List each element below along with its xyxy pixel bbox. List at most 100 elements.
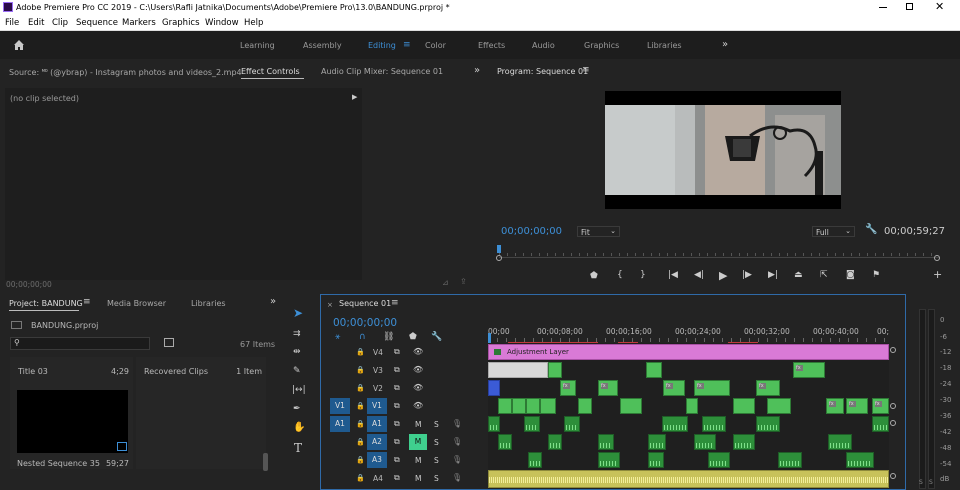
slip-tool-icon[interactable]: |↔| <box>292 385 306 395</box>
clip-v3[interactable] <box>488 362 548 378</box>
solo-button[interactable]: S <box>434 438 439 447</box>
menu-file[interactable]: File <box>5 18 19 28</box>
type-tool-icon[interactable]: T <box>294 441 302 455</box>
button-editor-icon[interactable]: ⚑ <box>872 270 880 280</box>
source-patch-v1[interactable]: V1 <box>330 398 350 414</box>
workspace-editing[interactable]: Editing <box>368 41 396 50</box>
timeline-timecode[interactable]: 00;00;00;00 <box>333 317 397 329</box>
toggle-sync-icon[interactable]: ⧉ <box>394 455 400 465</box>
clip-v1[interactable] <box>526 398 540 414</box>
clip-v1[interactable] <box>767 398 791 414</box>
menu-help[interactable]: Help <box>244 18 263 28</box>
clip-a3[interactable] <box>846 452 874 468</box>
clip-a1[interactable] <box>524 416 540 432</box>
nest-icon[interactable]: ⚹ <box>335 332 340 342</box>
track-height-handle[interactable] <box>890 347 896 353</box>
search-input[interactable]: ⚲ <box>10 337 150 350</box>
mic-icon[interactable]: 🎙 <box>452 419 462 428</box>
eye-icon[interactable]: 👁 <box>413 383 423 392</box>
clip-a2[interactable] <box>694 434 716 450</box>
clip-v3[interactable] <box>548 362 562 378</box>
meter-solo-left[interactable]: S <box>919 479 923 486</box>
panel-overflow-icon[interactable]: » <box>474 65 480 76</box>
lock-icon[interactable]: 🔒 <box>356 384 365 392</box>
toggle-sync-icon[interactable]: ⧉ <box>394 383 400 393</box>
add-marker-icon[interactable]: ⬟ <box>409 332 417 342</box>
clip-v1[interactable]: fx <box>872 398 889 414</box>
workspace-effects[interactable]: Effects <box>478 41 505 50</box>
mute-button[interactable]: M <box>415 420 421 429</box>
toggle-sync-icon[interactable]: ⧉ <box>394 437 400 447</box>
clip-a1[interactable] <box>662 416 688 432</box>
lock-icon[interactable]: 🔒 <box>356 438 365 446</box>
clip-a3[interactable] <box>528 452 542 468</box>
toggle-sync-icon[interactable]: ⧉ <box>394 419 400 429</box>
track-header-v4[interactable]: 🔒 V4 ⧉ 👁 <box>321 343 487 361</box>
program-title[interactable]: Program: Sequence 01 <box>497 67 588 76</box>
clip-a3[interactable] <box>598 452 620 468</box>
lock-icon[interactable]: 🔒 <box>356 348 365 356</box>
hand-tool-icon[interactable]: ✋ <box>293 422 305 433</box>
workspace-learning[interactable]: Learning <box>240 41 275 50</box>
track-header-a2[interactable]: 🔒 A2 ⧉ M S 🎙 <box>321 433 487 451</box>
snap-icon[interactable]: ∩ <box>359 332 366 342</box>
mic-icon[interactable]: 🎙 <box>452 455 462 464</box>
clip-v1[interactable] <box>512 398 526 414</box>
workspace-audio[interactable]: Audio <box>532 41 555 50</box>
go-to-in-icon[interactable]: |◀ <box>668 270 678 280</box>
selection-tool-icon[interactable]: ➤ <box>293 306 303 320</box>
lock-icon[interactable]: 🔒 <box>356 366 365 374</box>
mark-in-icon[interactable]: { <box>617 270 623 280</box>
clip-a2[interactable] <box>828 434 852 450</box>
go-to-out-icon[interactable]: ▶| <box>768 270 778 280</box>
toggle-sync-icon[interactable]: ⧉ <box>394 365 400 375</box>
clip-v2[interactable]: fx <box>598 380 618 396</box>
filter-icon[interactable]: ⊿ <box>442 278 449 287</box>
toggle-sync-icon[interactable]: ⧉ <box>394 473 400 483</box>
mute-button[interactable]: M <box>415 456 421 465</box>
clip-v1[interactable] <box>686 398 698 414</box>
home-icon[interactable] <box>13 39 25 51</box>
clip-a2[interactable] <box>648 434 666 450</box>
track-header-v3[interactable]: 🔒 V3 ⧉ 👁 <box>321 361 487 379</box>
razor-tool-icon[interactable]: ✎ <box>293 366 301 376</box>
clip-v2[interactable]: fx <box>560 380 576 396</box>
minimize-icon[interactable] <box>879 7 887 8</box>
program-menu-icon[interactable]: ≡ <box>582 65 590 75</box>
project-scrollbar[interactable] <box>263 453 268 471</box>
source-patch-a1[interactable]: A1 <box>330 416 350 432</box>
fit-dropdown[interactable]: Fit ⌄ <box>577 226 620 237</box>
clip-a2[interactable] <box>548 434 562 450</box>
track-height-handle[interactable] <box>890 420 896 426</box>
video-frame[interactable] <box>605 91 841 209</box>
add-marker-icon[interactable]: ⬟ <box>590 271 598 281</box>
workspace-graphics[interactable]: Graphics <box>584 41 619 50</box>
extract-icon[interactable]: ⇱ <box>820 270 828 280</box>
clip-a1[interactable] <box>756 416 780 432</box>
solo-button[interactable]: S <box>434 456 439 465</box>
playhead-icon[interactable] <box>488 333 491 343</box>
settings-wrench-icon[interactable]: 🔧 <box>431 332 442 342</box>
bin-title-03[interactable]: Title 03 4;29 Nested Sequence 35 59;27 <box>10 357 133 469</box>
tab-libraries[interactable]: Libraries <box>191 299 226 308</box>
menu-window[interactable]: Window <box>205 18 239 28</box>
export-icon[interactable]: ⇪ <box>460 277 467 286</box>
clip-a1[interactable] <box>702 416 726 432</box>
lock-icon[interactable]: 🔒 <box>356 474 365 482</box>
menu-clip[interactable]: Clip <box>52 18 68 28</box>
clip-a1[interactable] <box>564 416 580 432</box>
clip-a3[interactable] <box>778 452 802 468</box>
solo-button[interactable]: S <box>434 420 439 429</box>
tab-project[interactable]: Project: BANDUNG <box>9 299 83 308</box>
track-select-tool-icon[interactable]: ⇉ <box>293 329 301 339</box>
clip-a1[interactable] <box>872 416 889 432</box>
wrench-icon[interactable]: 🔧 <box>865 224 877 235</box>
menu-graphics[interactable]: Graphics <box>162 18 200 28</box>
linked-selection-icon[interactable]: ⛓ <box>383 332 394 342</box>
clip-v1[interactable] <box>498 398 512 414</box>
clip-v2[interactable]: fx <box>663 380 685 396</box>
clip-v2[interactable]: fx <box>756 380 780 396</box>
clip-a4-music[interactable] <box>488 470 889 488</box>
mute-button[interactable]: M <box>409 434 427 450</box>
more-workspaces-icon[interactable]: » <box>722 39 728 50</box>
